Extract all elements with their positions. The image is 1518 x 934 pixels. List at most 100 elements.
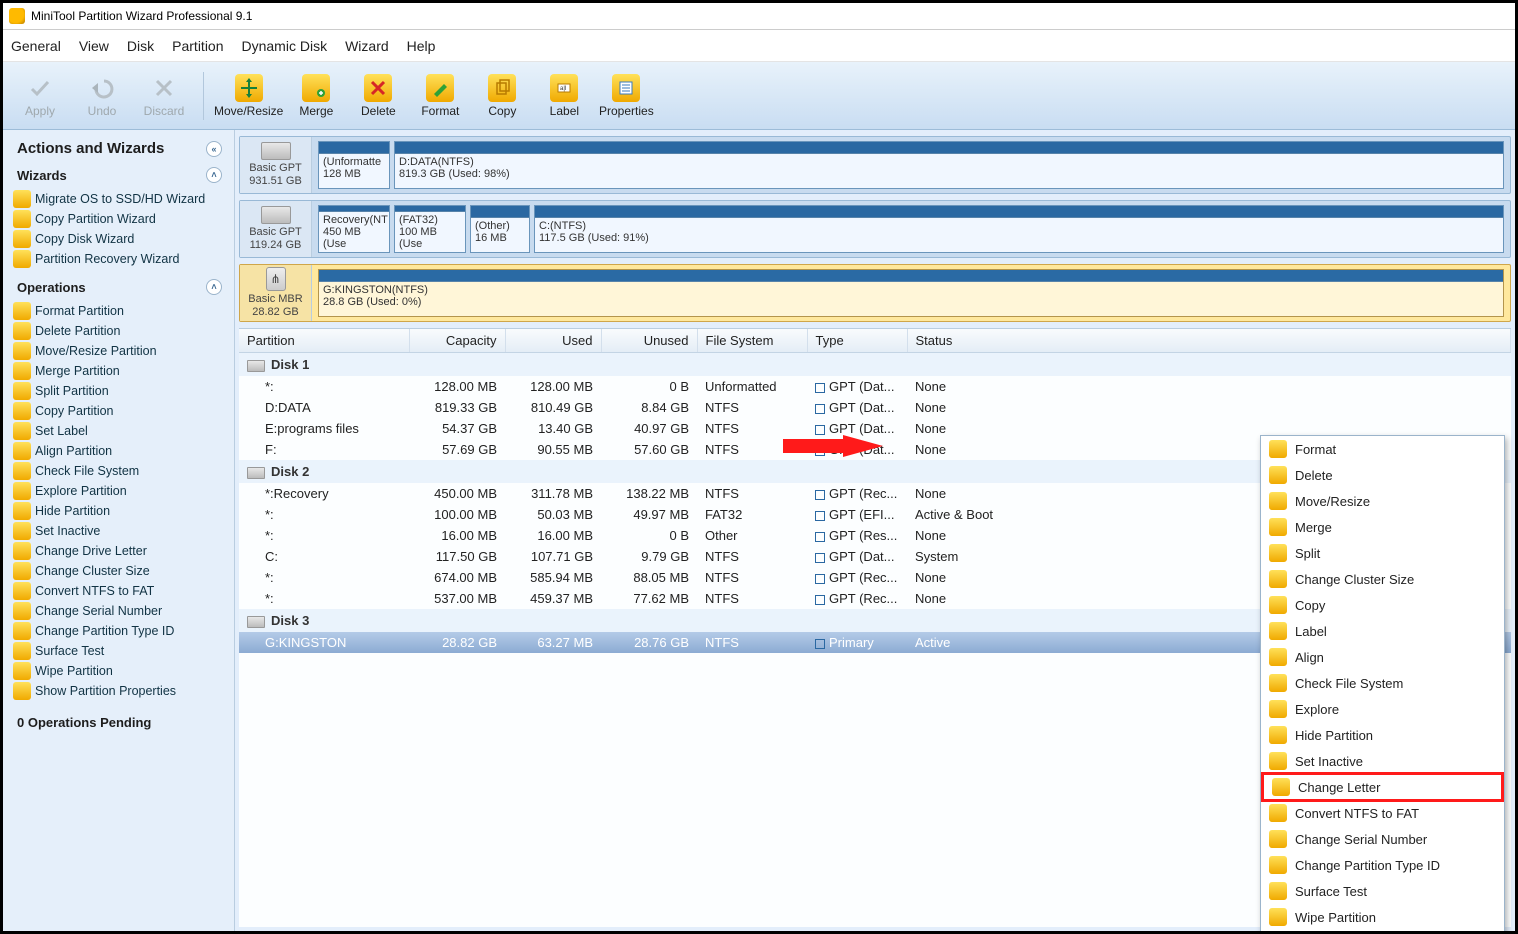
- action-icon: [13, 250, 31, 268]
- menu-disk[interactable]: Disk: [127, 38, 154, 54]
- sidebar-section-wizards[interactable]: Wizards˄: [3, 163, 234, 187]
- sidebar-item-check-file-system[interactable]: Check File System: [3, 461, 234, 481]
- sidebar-item-surface-test[interactable]: Surface Test: [3, 641, 234, 661]
- sidebar-item-copy-partition[interactable]: Copy Partition: [3, 401, 234, 421]
- sidebar-item-merge-partition[interactable]: Merge Partition: [3, 361, 234, 381]
- cell-used: 128.00 MB: [505, 376, 601, 397]
- sidebar-item-split-partition[interactable]: Split Partition: [3, 381, 234, 401]
- disk-group-row[interactable]: Disk 1: [239, 353, 1511, 377]
- menu-general[interactable]: General: [11, 38, 61, 54]
- ctx-convert-ntfs-to-fat[interactable]: Convert NTFS to FAT: [1261, 800, 1504, 826]
- sidebar-item-set-label[interactable]: Set Label: [3, 421, 234, 441]
- sidebar-item-change-drive-letter[interactable]: Change Drive Letter: [3, 541, 234, 561]
- disk-row[interactable]: Basic GPT931.51 GB(Unformatte128 MBD:DAT…: [239, 136, 1511, 194]
- sidebar: Actions and Wizards « Wizards˄Migrate OS…: [3, 130, 235, 931]
- sidebar-item-convert-ntfs-to-fat[interactable]: Convert NTFS to FAT: [3, 581, 234, 601]
- ctx-set-inactive[interactable]: Set Inactive: [1261, 748, 1504, 774]
- ctx-change-partition-type-id[interactable]: Change Partition Type ID: [1261, 852, 1504, 878]
- ctx-check-file-system[interactable]: Check File System: [1261, 670, 1504, 696]
- sidebar-item-delete-partition[interactable]: Delete Partition: [3, 321, 234, 341]
- sidebar-item-copy-disk-wizard[interactable]: Copy Disk Wizard: [3, 229, 234, 249]
- partition-sublabel: 450 MB (Use: [319, 226, 389, 252]
- ctx-label[interactable]: Label: [1261, 618, 1504, 644]
- sidebar-item-migrate-os-to-ssd-hd-wizard[interactable]: Migrate OS to SSD/HD Wizard: [3, 189, 234, 209]
- menu-partition[interactable]: Partition: [172, 38, 223, 54]
- ctx-copy[interactable]: Copy: [1261, 592, 1504, 618]
- ctx-explore[interactable]: Explore: [1261, 696, 1504, 722]
- col-used[interactable]: Used: [505, 329, 601, 353]
- label-button[interactable]: a|ILabel: [535, 66, 593, 126]
- ctx-format[interactable]: Format: [1261, 436, 1504, 462]
- sidebar-item-align-partition[interactable]: Align Partition: [3, 441, 234, 461]
- partition-box[interactable]: (Unformatte128 MB: [318, 141, 390, 189]
- menu-dynamic-disk[interactable]: Dynamic Disk: [242, 38, 328, 54]
- col-file-system[interactable]: File System: [697, 329, 807, 353]
- disk-icon: [247, 467, 265, 479]
- svg-text:a|I: a|I: [560, 86, 567, 92]
- ctx-split[interactable]: Split: [1261, 540, 1504, 566]
- toolbar: ApplyUndoDiscardMove/ResizeMergeDeleteFo…: [3, 62, 1515, 130]
- partition-box[interactable]: C:(NTFS)117.5 GB (Used: 91%): [534, 205, 1504, 253]
- ctx-delete[interactable]: Delete: [1261, 462, 1504, 488]
- delete-icon: [364, 74, 392, 102]
- ctx-change-cluster-size[interactable]: Change Cluster Size: [1261, 566, 1504, 592]
- ctx-align[interactable]: Align: [1261, 644, 1504, 670]
- sidebar-item-show-partition-properties[interactable]: Show Partition Properties: [3, 681, 234, 701]
- col-status[interactable]: Status: [907, 329, 1511, 353]
- table-row[interactable]: D:DATA819.33 GB810.49 GB8.84 GBNTFSGPT (…: [239, 397, 1511, 418]
- sidebar-item-format-partition[interactable]: Format Partition: [3, 301, 234, 321]
- callout-arrow: [783, 435, 883, 457]
- menu-wizard[interactable]: Wizard: [345, 38, 389, 54]
- ctx-move-resize[interactable]: Move/Resize: [1261, 488, 1504, 514]
- sidebar-item-label: Show Partition Properties: [35, 684, 176, 698]
- properties-button[interactable]: Properties: [597, 66, 655, 126]
- partition-box[interactable]: D:DATA(NTFS)819.3 GB (Used: 98%): [394, 141, 1504, 189]
- col-capacity[interactable]: Capacity: [409, 329, 505, 353]
- menu-item-label: Format: [1295, 442, 1336, 457]
- col-unused[interactable]: Unused: [601, 329, 697, 353]
- ctx-wipe-partition[interactable]: Wipe Partition: [1261, 904, 1504, 930]
- sidebar-item-change-serial-number[interactable]: Change Serial Number: [3, 601, 234, 621]
- col-partition[interactable]: Partition: [239, 329, 409, 353]
- sidebar-item-label: Check File System: [35, 464, 139, 478]
- chevron-up-icon[interactable]: ˄: [206, 167, 222, 183]
- sidebar-section-operations[interactable]: Operations˄: [3, 275, 234, 299]
- partition-box[interactable]: (Other)16 MB: [470, 205, 530, 253]
- ctx-hide-partition[interactable]: Hide Partition: [1261, 722, 1504, 748]
- copy-button[interactable]: Copy: [473, 66, 531, 126]
- partition-box[interactable]: Recovery(NT450 MB (Use: [318, 205, 390, 253]
- ctx-merge[interactable]: Merge: [1261, 514, 1504, 540]
- format-button[interactable]: Format: [411, 66, 469, 126]
- partition-box[interactable]: G:KINGSTON(NTFS)28.8 GB (Used: 0%): [318, 269, 1504, 317]
- sidebar-item-copy-partition-wizard[interactable]: Copy Partition Wizard: [3, 209, 234, 229]
- table-row[interactable]: *:128.00 MB128.00 MB0 BUnformattedGPT (D…: [239, 376, 1511, 397]
- chevron-up-icon[interactable]: ˄: [206, 279, 222, 295]
- action-icon: [13, 462, 31, 480]
- sidebar-item-set-inactive[interactable]: Set Inactive: [3, 521, 234, 541]
- sidebar-item-hide-partition[interactable]: Hide Partition: [3, 501, 234, 521]
- ctx-change-letter[interactable]: Change Letter: [1261, 772, 1504, 802]
- sidebar-item-move-resize-partition[interactable]: Move/Resize Partition: [3, 341, 234, 361]
- menu-view[interactable]: View: [79, 38, 109, 54]
- sidebar-item-wipe-partition[interactable]: Wipe Partition: [3, 661, 234, 681]
- sidebar-item-change-partition-type-id[interactable]: Change Partition Type ID: [3, 621, 234, 641]
- move-resize-button[interactable]: Move/Resize: [214, 66, 283, 126]
- disk-row[interactable]: Basic GPT119.24 GBRecovery(NT450 MB (Use…: [239, 200, 1511, 258]
- merge-button[interactable]: Merge: [287, 66, 345, 126]
- disk-type-label: Basic GPT: [249, 162, 302, 175]
- cell-fs: Unformatted: [697, 376, 807, 397]
- delete-button[interactable]: Delete: [349, 66, 407, 126]
- collapse-icon[interactable]: «: [206, 141, 222, 157]
- sidebar-item-change-cluster-size[interactable]: Change Cluster Size: [3, 561, 234, 581]
- menu-item-label: Merge: [1295, 520, 1332, 535]
- ctx-surface-test[interactable]: Surface Test: [1261, 878, 1504, 904]
- col-type[interactable]: Type: [807, 329, 907, 353]
- ctx-properties[interactable]: Properties: [1261, 930, 1504, 931]
- sidebar-item-label: Delete Partition: [35, 324, 120, 338]
- sidebar-item-partition-recovery-wizard[interactable]: Partition Recovery Wizard: [3, 249, 234, 269]
- menu-help[interactable]: Help: [407, 38, 436, 54]
- disk-row[interactable]: ⋔Basic MBR28.82 GBG:KINGSTON(NTFS)28.8 G…: [239, 264, 1511, 322]
- partition-box[interactable]: (FAT32)100 MB (Use: [394, 205, 466, 253]
- sidebar-item-explore-partition[interactable]: Explore Partition: [3, 481, 234, 501]
- ctx-change-serial-number[interactable]: Change Serial Number: [1261, 826, 1504, 852]
